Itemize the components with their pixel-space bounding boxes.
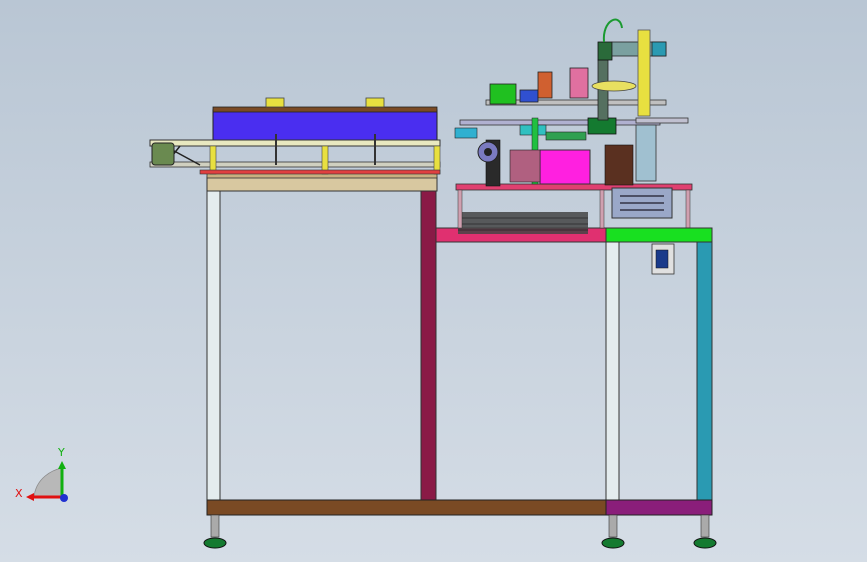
conveyor-tab [265,97,285,108]
right-guide [635,124,657,182]
rotary-disk [591,80,637,92]
leveling-feet [203,514,717,549]
x-axis-arrow [26,493,34,501]
y-axis-label: Y [57,446,65,459]
gantry-beam [459,119,661,126]
z-axis-dot [60,494,68,502]
cable-loop [602,18,623,43]
foot [601,514,625,549]
side-rail [635,117,689,124]
parts-row [458,212,588,234]
conveyor-tab [365,97,385,108]
left-table-front-leg [206,189,221,503]
magenta-box [539,149,591,185]
hanging-cylinder-core [655,249,669,269]
right-table-front-leg [605,241,620,503]
triad-plane [33,467,63,498]
upper-bracket-yellow [637,29,651,117]
motor-block [537,71,553,99]
upper-bracket-block [651,41,667,57]
pink-block [509,149,541,183]
conveyor-belt [149,139,441,147]
left-table-rear-leg [420,189,437,503]
conveyor-housing [212,109,438,141]
machine-assembly-drawing: X Y [15,18,717,549]
conveyor-assembly [149,97,441,175]
drive-wheel-hub [484,148,492,156]
green-plate [605,227,713,243]
foot [693,514,717,549]
base-beam-purple [605,499,713,516]
platform-post [599,189,605,229]
conveyor-motor [151,142,175,166]
y-axis-arrow [58,461,66,469]
green-arm [587,117,617,135]
base-beam-brown [206,499,608,516]
platform-post [685,189,691,229]
cylinder [545,131,587,141]
base-frame [206,499,713,516]
platform-post [457,189,463,229]
cylinder [454,127,478,139]
dark-support [604,144,634,186]
axis-triad: X Y [15,446,68,502]
motor-block [519,89,539,103]
left-table [206,172,438,503]
spindle-head [597,41,613,61]
conveyor-guide-rail [199,169,441,175]
right-table [605,227,713,503]
cad-viewport[interactable]: X Y [0,0,867,562]
motor-block [569,67,589,99]
right-table-rear-leg [696,241,713,503]
left-table-top [206,176,438,192]
conveyor-belt-lower [149,161,441,168]
x-axis-label: X [15,487,23,500]
conveyor-housing-lid [212,106,438,113]
foot [203,514,227,549]
motor-block [489,83,517,105]
